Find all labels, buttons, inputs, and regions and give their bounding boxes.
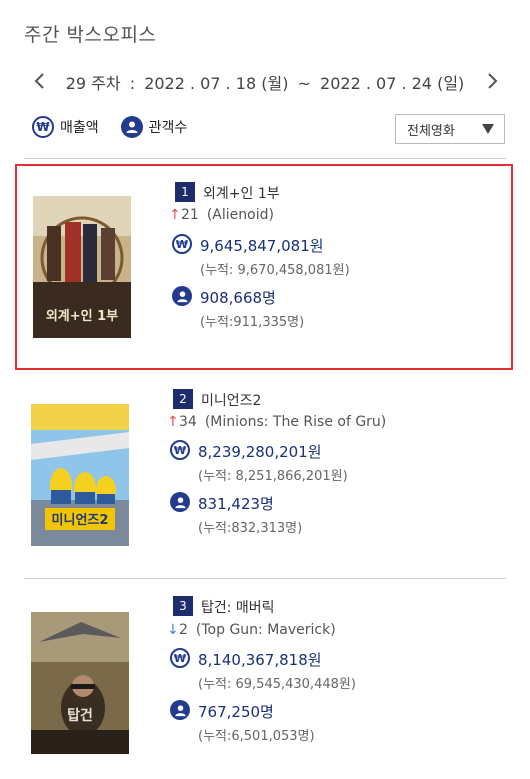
rank-up-arrow-icon: ↑ xyxy=(169,207,181,223)
week-start-date: 2022 . 07 . 18 (월) xyxy=(144,74,289,93)
won-icon: ₩ xyxy=(170,440,190,460)
person-icon xyxy=(170,700,190,720)
movie-card[interactable]: 외계+인 1부 1 외계+인 1부 ↑ 21 (Alienoid) ₩ 9,64… xyxy=(15,164,513,370)
rank-change: ↓ 2 (Top Gun: Maverick) xyxy=(167,622,336,638)
week-separator: : xyxy=(129,74,136,93)
weekly-sales: 9,645,847,081원 xyxy=(200,237,324,255)
rank-change: ↑ 34 (Minions: The Rise of Gru) xyxy=(167,414,386,430)
rank-change-value: 21 xyxy=(181,207,199,223)
rank-up-arrow-icon: ↑ xyxy=(167,414,179,430)
rank-change-value: 2 xyxy=(179,622,188,638)
poster-title: 미니언즈2 xyxy=(52,512,109,528)
sales-toggle-label: 매출액 xyxy=(60,120,99,136)
won-icon: ₩ xyxy=(172,234,192,254)
won-icon: ₩ xyxy=(170,648,190,668)
poster-title: 외계+인 1부 xyxy=(46,308,118,324)
cumulative-sales: (누적: 9,670,458,081원) xyxy=(200,263,350,278)
sort-toggle-group: ₩ 매출액 관객수 xyxy=(32,116,209,138)
divider xyxy=(24,578,506,579)
movie-poster: 탑건 xyxy=(31,612,129,754)
person-icon xyxy=(172,286,192,306)
week-navigator: 29 주차 : 2022 . 07 . 18 (월) ~ 2022 . 07 .… xyxy=(0,66,530,98)
sales-toggle[interactable]: ₩ 매출액 xyxy=(32,116,99,138)
weekly-sales: 8,239,280,201원 xyxy=(198,443,322,461)
movie-filter-value: 전체영화 xyxy=(407,123,455,139)
movie-title: 미니언즈2 xyxy=(201,393,262,409)
weekly-audience: 767,250명 xyxy=(198,703,274,721)
cumulative-audience: (누적:6,501,053명) xyxy=(198,729,315,744)
movie-card[interactable]: 탑건 3 탑건: 매버릭 ↓ 2 (Top Gun: Maverick) ₩ 8… xyxy=(15,582,513,777)
cumulative-sales: (누적: 69,545,430,448원) xyxy=(198,677,356,692)
weekly-audience: 908,668명 xyxy=(200,289,276,307)
page-title: 주간 박스오피스 xyxy=(24,24,157,46)
movie-english-title: (Minions: The Rise of Gru) xyxy=(204,414,387,430)
movie-english-title: (Alienoid) xyxy=(206,207,274,223)
caret-down-icon xyxy=(482,124,494,134)
chevron-right-icon xyxy=(488,73,498,89)
movie-poster: 미니언즈2 xyxy=(31,404,129,546)
poster-title: 탑건 xyxy=(67,707,93,724)
movie-card[interactable]: 미니언즈2 2 미니언즈2 ↑ 34 (Minions: The Rise of… xyxy=(15,374,513,574)
won-icon: ₩ xyxy=(32,116,54,138)
divider xyxy=(24,158,506,159)
rank-change: ↑ 21 (Alienoid) xyxy=(169,207,274,223)
movie-poster: 외계+인 1부 xyxy=(33,196,131,338)
rank-down-arrow-icon: ↓ xyxy=(167,622,179,638)
week-number: 29 주차 xyxy=(65,74,121,93)
weekly-audience: 831,423명 xyxy=(198,495,274,513)
cumulative-audience: (누적:832,313명) xyxy=(198,521,303,536)
person-icon xyxy=(120,116,143,138)
person-icon xyxy=(170,492,190,512)
cumulative-sales: (누적: 8,251,866,201원) xyxy=(198,469,348,484)
movie-filter-select[interactable]: 전체영화 xyxy=(395,114,505,144)
week-label: 29 주차 : 2022 . 07 . 18 (월) ~ 2022 . 07 .… xyxy=(0,70,530,94)
next-week-button[interactable] xyxy=(482,68,504,94)
rank-badge: 2 xyxy=(173,389,193,409)
movie-english-title: (Top Gun: Maverick) xyxy=(195,622,336,638)
week-tilde: ~ xyxy=(297,74,311,93)
movie-title: 외계+인 1부 xyxy=(203,186,280,202)
cumulative-audience: (누적:911,335명) xyxy=(200,315,305,330)
rank-badge: 1 xyxy=(175,182,195,202)
weekly-sales: 8,140,367,818원 xyxy=(198,651,322,669)
movie-title: 탑건: 매버릭 xyxy=(201,600,275,616)
rank-change-value: 34 xyxy=(179,414,197,430)
rank-badge: 3 xyxy=(173,596,193,616)
audience-toggle[interactable]: 관객수 xyxy=(120,116,188,138)
week-end-date: 2022 . 07 . 24 (일) xyxy=(320,74,465,93)
audience-toggle-label: 관객수 xyxy=(148,120,188,136)
